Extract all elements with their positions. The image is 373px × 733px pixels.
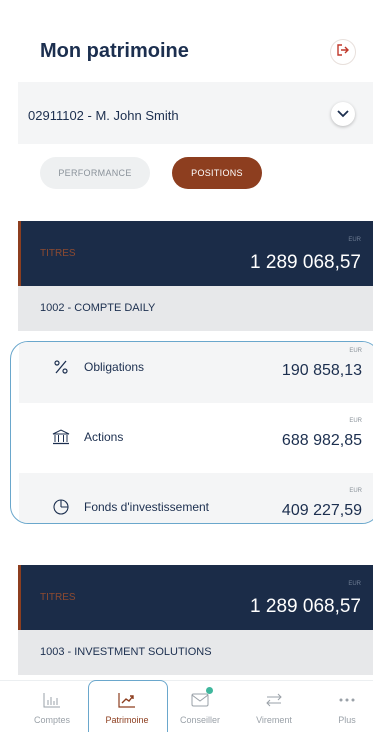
section-accent — [18, 565, 21, 635]
position-currency: EUR — [349, 418, 362, 424]
page-title: Mon patrimoine — [40, 40, 189, 62]
bar-chart-icon — [43, 689, 61, 711]
percent-icon — [51, 357, 71, 377]
notification-badge — [206, 687, 213, 694]
chevron-down-icon — [337, 105, 349, 123]
positions-list: Obligations EUR 190 858,13 Actions EUR 6… — [10, 341, 373, 524]
pie-chart-icon — [51, 497, 71, 517]
bottom-nav: Comptes Patrimoine Conseiller Virement P… — [0, 680, 373, 733]
account-name-row: 1003 - INVESTMENT SOLUTIONS — [18, 630, 373, 675]
nav-virement[interactable]: Virement — [237, 681, 311, 733]
section-currency: EUR — [348, 237, 361, 243]
nav-plus[interactable]: Plus — [310, 681, 373, 733]
position-name: Fonds d'investissement — [84, 500, 210, 514]
section-amount: 1 289 068,57 — [250, 596, 361, 617]
logout-button[interactable] — [330, 39, 356, 65]
section-label: TITRES — [40, 248, 76, 259]
position-amount: 190 858,13 — [281, 362, 362, 379]
section-currency: EUR — [348, 581, 361, 587]
account-dropdown-button[interactable] — [331, 102, 355, 126]
position-currency: EUR — [349, 488, 362, 494]
section-amount: 1 289 068,57 — [250, 252, 361, 273]
section-header-titres[interactable]: TITRES EUR 1 289 068,57 — [18, 565, 373, 635]
nav-conseiller[interactable]: Conseiller — [163, 681, 237, 733]
nav-label: Virement — [256, 715, 292, 725]
section-accent — [18, 221, 21, 291]
position-name: Actions — [84, 430, 124, 444]
position-currency: EUR — [349, 348, 362, 354]
header: Mon patrimoine — [0, 0, 373, 82]
account-name: 1002 - COMPTE DAILY — [40, 302, 156, 314]
position-row[interactable]: Obligations EUR 190 858,13 — [19, 342, 373, 403]
account-selector[interactable]: 02911102 - M. John Smith — [18, 82, 373, 144]
nav-label: Plus — [338, 715, 356, 725]
tab-performance[interactable]: PERFORMANCE — [40, 157, 150, 189]
nav-label: Conseiller — [179, 715, 221, 725]
position-row[interactable]: Fonds d'investissement EUR 409 227,59 — [19, 473, 373, 523]
mail-icon — [191, 687, 213, 711]
nav-label: Comptes — [33, 715, 70, 725]
position-amount: 409 227,59 — [281, 502, 362, 519]
bank-icon — [51, 427, 71, 447]
nav-comptes[interactable]: Comptes — [15, 681, 89, 733]
account-name: 1003 - INVESTMENT SOLUTIONS — [40, 646, 212, 658]
account-label: 02911102 - M. John Smith — [28, 108, 179, 123]
section-label: TITRES — [40, 592, 76, 603]
nav-active-highlight — [88, 680, 168, 732]
position-name: Obligations — [84, 360, 145, 374]
more-icon — [338, 689, 356, 711]
logout-icon — [336, 43, 350, 61]
tab-positions[interactable]: POSITIONS — [172, 157, 262, 189]
section-header-titres[interactable]: TITRES EUR 1 289 068,57 — [18, 221, 373, 291]
account-name-row: 1002 - COMPTE DAILY — [18, 286, 373, 331]
position-amount: 688 982,85 — [281, 432, 362, 449]
position-row[interactable]: Actions EUR 688 982,85 — [19, 403, 373, 473]
transfer-icon — [265, 689, 283, 711]
